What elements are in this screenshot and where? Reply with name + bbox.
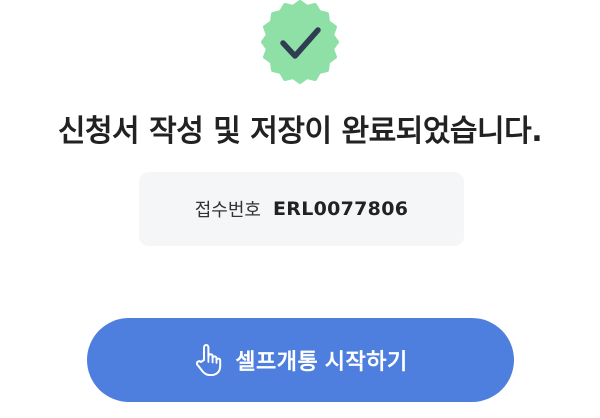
receipt-label: 접수번호 <box>194 200 261 221</box>
receipt-number: ERL0077806 <box>272 198 409 220</box>
start-self-activation-button[interactable]: 셀프개통 시작하기 <box>87 318 514 402</box>
receipt-number-box: 접수번호 ERL0077806 <box>139 172 464 246</box>
completion-screen: 신청서 작성 및 저장이 완료되었습니다. 접수번호 ERL0077806 셀프… <box>0 0 600 418</box>
check-icon <box>261 0 339 84</box>
hand-pointer-icon <box>196 344 222 376</box>
success-badge <box>258 0 342 84</box>
completion-title: 신청서 작성 및 저장이 완료되었습니다. <box>57 114 543 149</box>
start-self-activation-label: 셀프개통 시작하기 <box>235 349 408 374</box>
